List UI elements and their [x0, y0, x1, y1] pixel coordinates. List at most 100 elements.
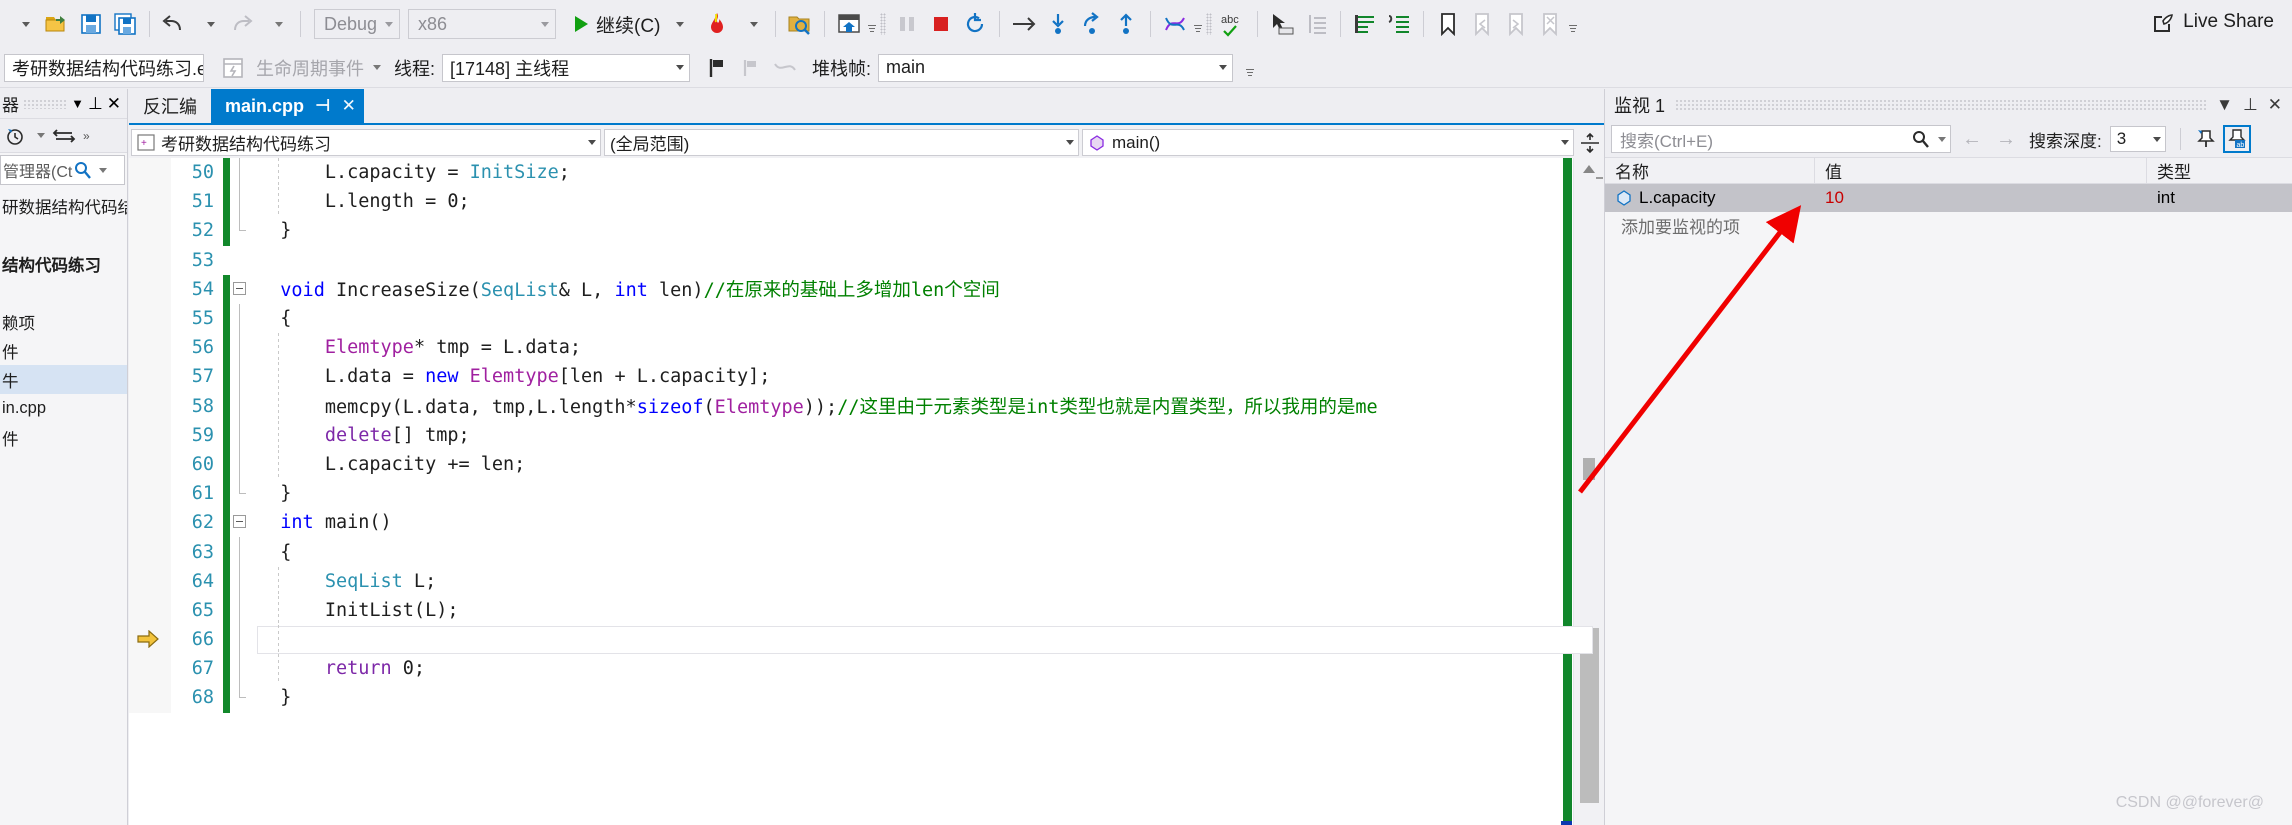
search-next-icon[interactable]: →: [1993, 128, 2019, 151]
breakpoint-margin[interactable]: [129, 245, 171, 275]
outlining-margin[interactable]: [230, 187, 256, 217]
code-line[interactable]: 64 SeqList L;: [129, 566, 1604, 596]
step-into-home-icon[interactable]: [832, 4, 866, 44]
outlining-margin[interactable]: [230, 216, 256, 245]
search-icon[interactable]: [1912, 130, 1930, 148]
code-line[interactable]: 61 }: [129, 479, 1604, 509]
outlining-margin[interactable]: [230, 449, 256, 480]
process-combo[interactable]: 考研数据结构代码练习.e:: [4, 53, 204, 82]
breakpoint-margin[interactable]: [129, 654, 171, 684]
code-text[interactable]: return 0;: [256, 658, 1604, 679]
stop-debugging-icon[interactable]: [924, 4, 958, 44]
continue-button[interactable]: 继续(C): [570, 4, 660, 44]
pin-icon[interactable]: ⊥: [88, 94, 103, 114]
tree-item[interactable]: in.cpp: [0, 394, 127, 423]
code-line[interactable]: 60 L.capacity += len;: [129, 449, 1604, 480]
outlining-margin[interactable]: [230, 537, 256, 567]
outlining-margin[interactable]: [230, 508, 256, 537]
watch-variable-value[interactable]: 10: [1815, 184, 2147, 212]
flag-thread-icon[interactable]: [700, 48, 734, 88]
watch-close-icon[interactable]: ✕: [2268, 95, 2282, 115]
outlining-margin[interactable]: [230, 595, 256, 625]
outlining-margin[interactable]: [230, 246, 256, 275]
tree-item[interactable]: 件: [0, 336, 127, 365]
code-text[interactable]: {: [256, 542, 1604, 563]
code-line[interactable]: 52 }: [129, 216, 1604, 246]
tree-item[interactable]: [0, 278, 127, 307]
restart-icon[interactable]: [958, 4, 992, 44]
outlining-margin[interactable]: [230, 303, 256, 334]
lifecycle-events-dropdown[interactable]: [364, 48, 384, 88]
show-raw-values-icon[interactable]: ab: [2222, 125, 2251, 153]
code-text[interactable]: }: [256, 220, 1604, 241]
symbol-combo[interactable]: main(): [1082, 129, 1574, 156]
solution-platform-combo[interactable]: x86: [408, 9, 557, 39]
code-line[interactable]: 65 InitList(L);: [129, 595, 1604, 625]
scroll-up-arrow-icon[interactable]: [1583, 165, 1595, 173]
breakpoint-margin[interactable]: [129, 274, 171, 304]
pin-tab-icon[interactable]: ⊣: [315, 96, 331, 116]
breakpoint-margin[interactable]: [129, 566, 171, 596]
code-line[interactable]: 68 }: [129, 683, 1604, 713]
code-text[interactable]: L.capacity += len;: [256, 454, 1604, 475]
step-out-icon[interactable]: [1109, 4, 1143, 44]
code-line[interactable]: 50 L.capacity = InitSize;: [129, 158, 1604, 188]
watch-menu-icon[interactable]: ▼: [2216, 95, 2233, 115]
breakpoint-margin[interactable]: [129, 595, 171, 625]
breakpoint-margin[interactable]: [129, 683, 171, 713]
redo-icon[interactable]: [225, 4, 259, 44]
toolbar-overflow-icon[interactable]: »: [83, 129, 90, 143]
tree-item[interactable]: 件: [0, 423, 127, 452]
code-line[interactable]: 63 {: [129, 537, 1604, 567]
breakpoint-margin[interactable]: [129, 216, 171, 246]
tree-item[interactable]: 赖项: [0, 307, 127, 336]
chevron-down-icon[interactable]: [99, 167, 108, 173]
code-line[interactable]: 51 L.length = 0;: [129, 187, 1604, 217]
tree-item[interactable]: [0, 220, 127, 249]
indent-block-icon[interactable]: [1299, 4, 1333, 44]
breakpoint-margin[interactable]: [129, 333, 171, 363]
breakpoint-margin[interactable]: [129, 479, 171, 509]
lifecycle-events-icon[interactable]: [216, 48, 250, 88]
continue-dropdown[interactable]: [660, 4, 694, 44]
breakpoint-margin[interactable]: [129, 187, 171, 217]
outlining-margin[interactable]: [230, 479, 256, 508]
code-text[interactable]: L.length = 0;: [256, 191, 1604, 212]
step-over-icon[interactable]: [1075, 4, 1109, 44]
breakpoint-margin[interactable]: [129, 537, 171, 567]
solution-explorer-search[interactable]: 管理器(Ct: [0, 155, 125, 185]
debugbar-overflow-grip[interactable]: [1245, 57, 1254, 79]
outlining-margin[interactable]: [230, 333, 256, 363]
close-tab-icon[interactable]: ✕: [342, 96, 356, 116]
scrollbar-thumb[interactable]: [1580, 628, 1599, 803]
pointer-select-icon[interactable]: [1265, 4, 1299, 44]
sync-views-icon[interactable]: [51, 126, 77, 146]
code-text[interactable]: L.capacity = InitSize;: [256, 162, 1604, 183]
live-share-button[interactable]: Live Share: [2151, 10, 2274, 34]
panel-grip[interactable]: [23, 98, 68, 109]
code-line[interactable]: 62 int main(): [129, 508, 1604, 538]
previous-bookmark-icon[interactable]: [1465, 4, 1499, 44]
code-text[interactable]: {: [256, 308, 1604, 329]
code-line[interactable]: 67 return 0;: [129, 654, 1604, 684]
watch-add-item-row[interactable]: 添加要监视的项: [1605, 212, 2292, 238]
redo-dropdown[interactable]: [259, 4, 293, 44]
next-bookmark-icon[interactable]: [1499, 4, 1533, 44]
code-line[interactable]: 58 memcpy(L.data, tmp,L.length*sizeof(El…: [129, 391, 1604, 421]
chevron-down-icon[interactable]: [1938, 136, 1946, 142]
save-icon[interactable]: [74, 4, 108, 44]
code-text[interactable]: L.data = new Elemtype[len + L.capacity];: [256, 366, 1604, 387]
editor-vertical-scrollbar[interactable]: [1573, 158, 1604, 825]
code-text[interactable]: int main(): [256, 512, 1604, 533]
step-into-icon[interactable]: [1041, 4, 1075, 44]
code-text[interactable]: InitList(L);: [256, 600, 1604, 621]
watch-drag-grip[interactable]: [1675, 99, 2207, 111]
watch-pin-icon[interactable]: ⊥: [2243, 95, 2258, 115]
chevron-down-icon[interactable]: [37, 133, 45, 138]
undo-icon[interactable]: [157, 4, 191, 44]
tab-main-cpp[interactable]: main.cpp ⊣ ✕: [211, 89, 364, 123]
threads-overflow-grip[interactable]: [1193, 13, 1202, 35]
search-depth-combo[interactable]: 3: [2109, 126, 2166, 152]
code-text[interactable]: void IncreaseSize(SeqList& L, int len)//…: [256, 276, 1604, 302]
split-view-grip[interactable]: [1577, 130, 1603, 156]
